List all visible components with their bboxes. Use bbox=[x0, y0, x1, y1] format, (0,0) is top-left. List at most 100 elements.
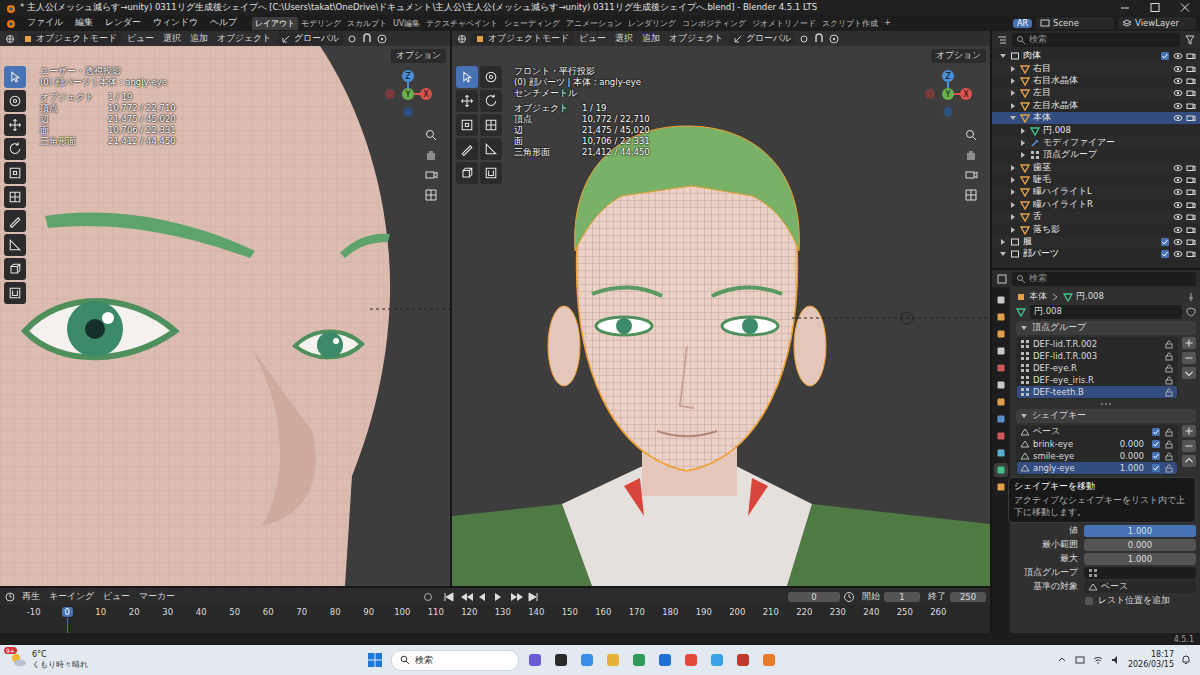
notification-bell-icon[interactable] bbox=[1180, 654, 1192, 666]
outliner-search[interactable]: 検索 bbox=[1012, 33, 1180, 47]
expand-arrow-icon[interactable] bbox=[1009, 176, 1017, 184]
start-frame-field[interactable]: 1 bbox=[884, 592, 920, 602]
workspace-tab[interactable]: アニメーション bbox=[563, 17, 625, 30]
tool-button[interactable] bbox=[4, 210, 26, 232]
app-icon[interactable] bbox=[681, 650, 701, 670]
tool-button[interactable] bbox=[456, 66, 478, 88]
properties-tab-icon[interactable] bbox=[994, 429, 1008, 443]
add-workspace-button[interactable]: + bbox=[881, 17, 894, 30]
timeline-menu[interactable]: マーカー bbox=[136, 591, 178, 603]
tool-button[interactable] bbox=[4, 138, 26, 160]
mute-checkbox-icon[interactable] bbox=[1151, 451, 1161, 461]
tool-button[interactable] bbox=[4, 258, 26, 280]
expand-arrow-icon[interactable] bbox=[999, 52, 1007, 60]
eye-icon[interactable] bbox=[1173, 51, 1183, 61]
tool-button[interactable] bbox=[480, 90, 502, 112]
menu-item[interactable]: ヘルプ bbox=[205, 17, 242, 29]
vertex-group-item[interactable]: DEF-lid.T.R.003 bbox=[1017, 350, 1177, 362]
tool-button[interactable] bbox=[4, 162, 26, 184]
options-button[interactable]: オプション bbox=[391, 49, 446, 63]
properties-tab-icon[interactable] bbox=[994, 480, 1008, 494]
properties-tab-icon[interactable] bbox=[994, 412, 1008, 426]
shape-key-item[interactable]: brink-eye0.000 bbox=[1017, 438, 1177, 450]
vertex-group-search-field[interactable] bbox=[1084, 567, 1196, 579]
maximize-icon[interactable] bbox=[1140, 0, 1170, 15]
fake-user-shield-icon[interactable] bbox=[1186, 307, 1196, 317]
eye-icon[interactable] bbox=[1173, 175, 1183, 185]
expand-arrow-icon[interactable] bbox=[1009, 65, 1017, 73]
eye-icon[interactable] bbox=[1173, 113, 1183, 123]
properties-editor-icon[interactable] bbox=[996, 273, 1008, 285]
playhead[interactable] bbox=[67, 618, 68, 633]
app-icon[interactable] bbox=[629, 650, 649, 670]
properties-tab-icon[interactable] bbox=[994, 463, 1008, 477]
properties-tab-icon[interactable] bbox=[994, 344, 1008, 358]
tool-button[interactable] bbox=[4, 66, 26, 88]
outliner-row[interactable]: 服 bbox=[992, 236, 1200, 248]
vertex-groups-panel-header[interactable]: 頂点グループ bbox=[1016, 321, 1196, 335]
windows-start-icon[interactable] bbox=[365, 650, 385, 670]
menu-down-icon[interactable] bbox=[1182, 367, 1196, 379]
end-frame-field[interactable]: 250 bbox=[950, 592, 986, 602]
tool-button[interactable] bbox=[456, 162, 478, 184]
orientation-dropdown[interactable]: グローバル bbox=[277, 33, 343, 45]
filter-icon[interactable] bbox=[1184, 34, 1196, 46]
viewport-canvas[interactable]: フロント・平行投影(0) 顔パーツ | 本体 : angly-eyeセンチメート… bbox=[452, 46, 990, 586]
properties-search[interactable]: 検索 bbox=[1012, 272, 1196, 286]
mute-checkbox-icon[interactable] bbox=[1151, 427, 1161, 437]
shape-key-item[interactable]: angly-eye1.000 bbox=[1017, 462, 1177, 474]
properties-tab-icon[interactable] bbox=[994, 310, 1008, 324]
properties-tab-icon[interactable] bbox=[994, 395, 1008, 409]
properties-tab-icon[interactable] bbox=[994, 446, 1008, 460]
timeline-menu[interactable]: ビュー bbox=[100, 591, 133, 603]
orientation-dropdown[interactable]: グローバル bbox=[729, 33, 795, 45]
outliner-row[interactable]: 睫毛 bbox=[992, 174, 1200, 186]
workspace-tab[interactable]: シェーディング bbox=[501, 17, 563, 30]
expand-arrow-icon[interactable] bbox=[1009, 114, 1017, 122]
tool-button[interactable] bbox=[4, 90, 26, 112]
viewport-menu[interactable]: オブジェクト bbox=[666, 33, 726, 45]
camera-icon[interactable] bbox=[964, 168, 978, 182]
vertex-group-item[interactable]: DEF-lid.T.R.002 bbox=[1017, 338, 1177, 350]
render-camera-icon[interactable] bbox=[1186, 225, 1196, 235]
app-icon[interactable] bbox=[603, 650, 623, 670]
expand-arrow-icon[interactable] bbox=[1009, 102, 1017, 110]
vertex-group-item[interactable]: DEF-eye.R bbox=[1017, 362, 1177, 374]
zoom-icon[interactable] bbox=[424, 128, 438, 142]
expand-arrow-icon[interactable] bbox=[1009, 164, 1017, 172]
expand-arrow-icon[interactable] bbox=[999, 238, 1007, 246]
lock-icon[interactable] bbox=[1164, 387, 1174, 397]
render-camera-icon[interactable] bbox=[1186, 175, 1196, 185]
workspace-tab[interactable]: レイアウト bbox=[252, 17, 298, 30]
timeline-menu[interactable]: 再生 bbox=[19, 591, 43, 603]
relative-key-field[interactable]: ベース bbox=[1084, 581, 1196, 593]
tool-button[interactable] bbox=[4, 186, 26, 208]
eye-icon[interactable] bbox=[1173, 88, 1183, 98]
outliner-row[interactable]: 瞳ハイライトL bbox=[992, 186, 1200, 198]
menu-item[interactable]: 編集 bbox=[70, 17, 98, 29]
mode-dropdown[interactable]: オブジェクトモード bbox=[471, 33, 573, 45]
eye-icon[interactable] bbox=[1173, 163, 1183, 173]
pivot-icon[interactable] bbox=[798, 33, 810, 45]
render-camera-icon[interactable] bbox=[1186, 187, 1196, 197]
value-slider[interactable]: 1.000 bbox=[1084, 525, 1196, 537]
eye-icon[interactable] bbox=[1173, 76, 1183, 86]
render-camera-icon[interactable] bbox=[1186, 249, 1196, 259]
app-icon[interactable] bbox=[759, 650, 779, 670]
render-camera-icon[interactable] bbox=[1186, 51, 1196, 61]
render-camera-icon[interactable] bbox=[1186, 88, 1196, 98]
options-button[interactable]: オプション bbox=[931, 49, 986, 63]
render-camera-icon[interactable] bbox=[1186, 163, 1196, 173]
expand-arrow-icon[interactable] bbox=[1009, 188, 1017, 196]
exclude-checkbox-icon[interactable] bbox=[1160, 51, 1170, 61]
proportional-icon[interactable] bbox=[828, 33, 840, 45]
expand-arrow-icon[interactable] bbox=[1009, 213, 1017, 221]
eye-icon[interactable] bbox=[1173, 200, 1183, 210]
viewport-menu[interactable]: ビュー bbox=[576, 33, 609, 45]
app-icon[interactable] bbox=[577, 650, 597, 670]
tool-button[interactable] bbox=[480, 138, 502, 160]
render-camera-icon[interactable] bbox=[1186, 212, 1196, 222]
camera-icon[interactable] bbox=[424, 168, 438, 182]
outliner-row[interactable]: 瞳ハイライトR bbox=[992, 199, 1200, 211]
mute-checkbox-icon[interactable] bbox=[1151, 463, 1161, 473]
